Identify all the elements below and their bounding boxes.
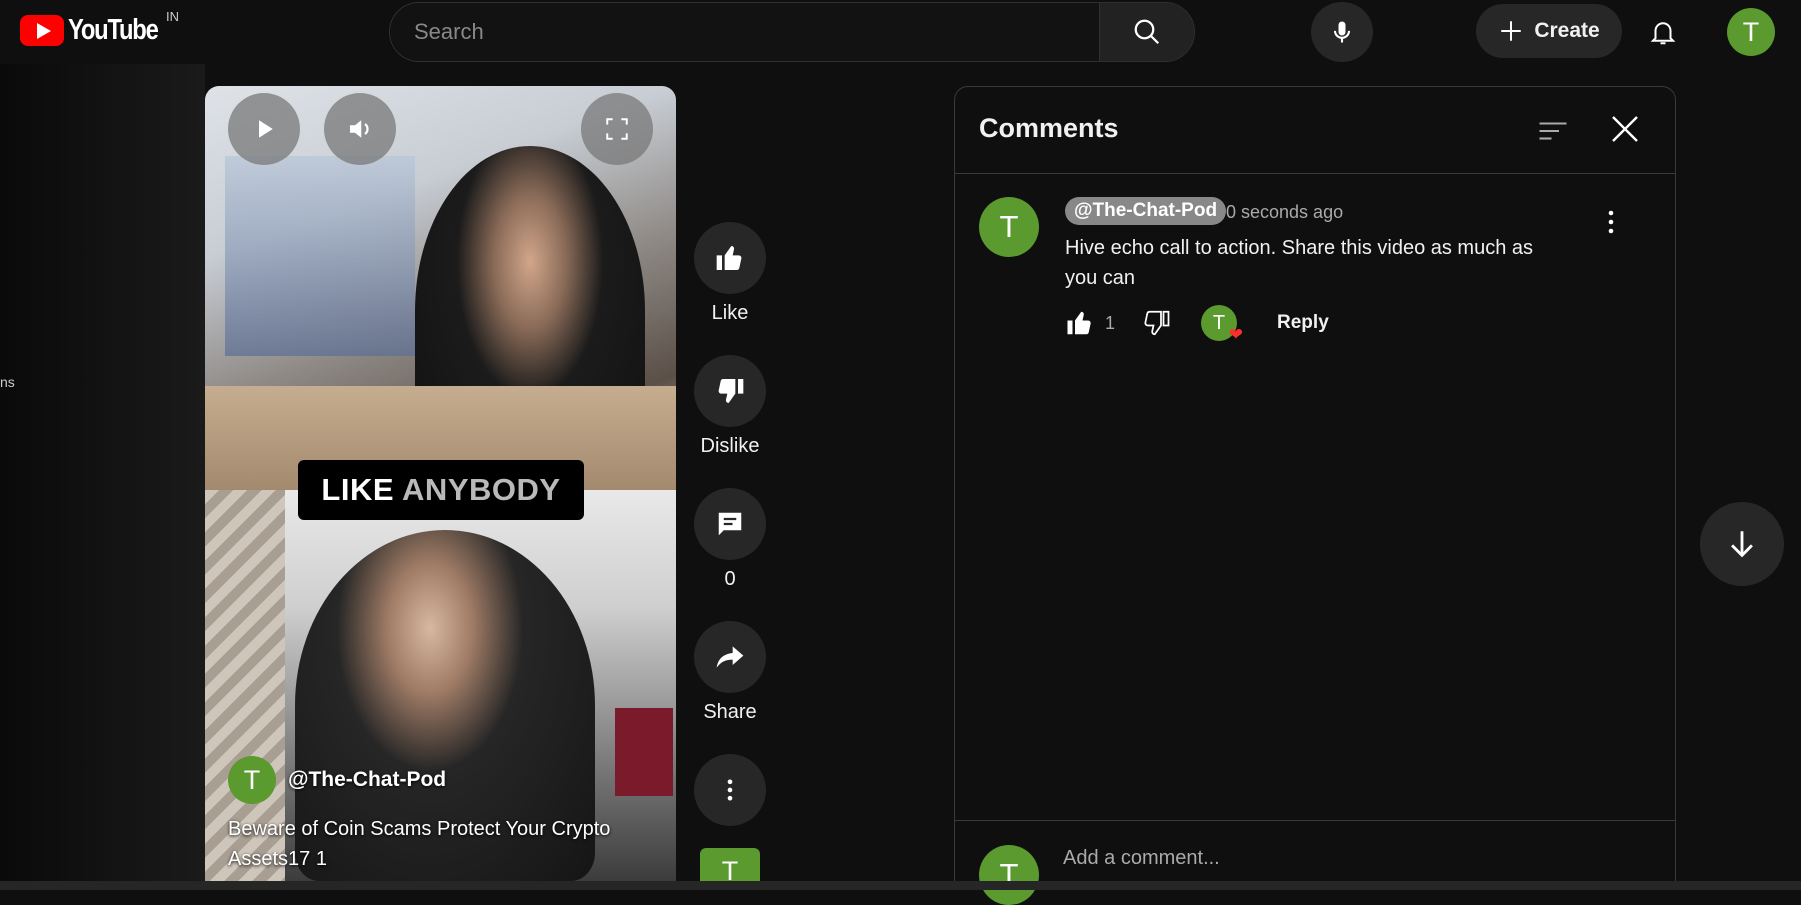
search-button[interactable] — [1099, 3, 1194, 61]
youtube-logo[interactable]: YouTube IN — [20, 9, 179, 47]
thumbs-down-icon[interactable] — [1141, 308, 1171, 338]
video-caption: LIKE ANYBODY — [298, 460, 584, 520]
sort-comments-button[interactable] — [1535, 113, 1571, 149]
fullscreen-icon — [606, 118, 628, 140]
dislike-action[interactable]: Dislike — [694, 355, 766, 458]
search-icon — [1134, 19, 1160, 45]
vertical-dots-icon — [1608, 210, 1614, 234]
notifications-button[interactable] — [1641, 10, 1685, 54]
search-input[interactable] — [390, 3, 1099, 61]
volume-icon — [350, 120, 369, 138]
channel-name[interactable]: @The-Chat-Pod — [288, 768, 446, 792]
share-action[interactable]: Share — [694, 621, 766, 724]
like-label: Like — [711, 302, 749, 324]
creator-heart-badge: T ❤ — [1201, 305, 1243, 344]
sort-icon — [1539, 122, 1567, 140]
dislike-button[interactable] — [694, 355, 766, 427]
comment-author-avatar[interactable]: T — [979, 197, 1039, 257]
comment-text: Hive echo call to action. Share this vid… — [1065, 237, 1534, 289]
more-options-button[interactable] — [694, 754, 766, 826]
share-button[interactable] — [694, 621, 766, 693]
video-poster — [615, 708, 673, 796]
comments-button[interactable] — [694, 488, 766, 560]
heart-icon: ❤ — [1228, 325, 1244, 344]
create-button[interactable]: Create — [1476, 4, 1622, 58]
reply-button[interactable]: Reply — [1277, 312, 1329, 334]
account-avatar[interactable]: T — [1727, 8, 1775, 56]
youtube-play-icon — [20, 15, 64, 46]
voice-search-button[interactable] — [1311, 2, 1373, 62]
play-icon — [259, 120, 273, 138]
logo-text: YouTube — [68, 14, 159, 46]
video-channel-row[interactable]: T @The-Chat-Pod — [228, 756, 446, 804]
video-background-window — [225, 156, 415, 356]
bottom-strip — [0, 881, 1801, 890]
arrow-down-icon — [1731, 531, 1753, 558]
left-dimmed-area — [0, 64, 205, 884]
thumbs-up-icon — [716, 245, 742, 271]
comments-panel: Comments T @The-Chat-Pod 0 seconds ago H… — [954, 86, 1676, 905]
left-text-fragment: ns — [0, 374, 15, 390]
fullscreen-button[interactable] — [581, 93, 653, 165]
like-action[interactable]: Like — [694, 222, 766, 325]
create-label: Create — [1534, 19, 1600, 42]
thumbs-down-icon — [718, 378, 744, 404]
comments-title: Comments — [979, 113, 1119, 143]
volume-button[interactable] — [324, 93, 396, 165]
vertical-dots-icon — [727, 779, 733, 801]
caption-word-2: ANYBODY — [402, 472, 561, 507]
play-button[interactable] — [228, 93, 300, 165]
comment-time[interactable]: 0 seconds ago — [1226, 202, 1343, 223]
thumbs-up-icon[interactable] — [1065, 308, 1095, 338]
dislike-label: Dislike — [700, 435, 760, 457]
more-actions[interactable] — [694, 754, 766, 826]
close-icon — [1612, 116, 1638, 142]
plus-icon — [1501, 21, 1522, 41]
comments-count: 0 — [724, 568, 736, 590]
comment-icon — [718, 512, 742, 536]
channel-avatar[interactable]: T — [228, 756, 276, 804]
like-button[interactable] — [694, 222, 766, 294]
video-title: Beware of Coin Scams Protect Your Crypto… — [228, 818, 611, 870]
share-label: Share — [703, 701, 757, 723]
comment-actions-row: 1 T ❤ Reply — [1065, 305, 1329, 344]
share-arrow-icon — [716, 646, 744, 668]
current-user-avatar: T — [979, 845, 1039, 905]
comment-author[interactable]: @The-Chat-Pod — [1065, 197, 1227, 225]
comment-like-count: 1 — [1105, 312, 1116, 333]
country-code: IN — [166, 9, 179, 24]
short-video-player[interactable]: LIKE ANYBODY T @The-Chat-Pod Beware of C… — [205, 86, 676, 881]
comment-more-button[interactable] — [1599, 207, 1623, 237]
creator-heart-avatar-letter: T — [1212, 311, 1226, 334]
bell-icon — [1650, 22, 1676, 45]
comments-header: Comments — [955, 87, 1675, 174]
top-bar: YouTube IN Create T — [0, 0, 1801, 64]
comments-action[interactable]: 0 — [694, 488, 766, 591]
caption-word-1: LIKE — [321, 472, 395, 507]
microphone-icon — [1333, 21, 1351, 43]
next-video-button[interactable] — [1700, 502, 1784, 586]
close-comments-button[interactable] — [1607, 111, 1643, 147]
search-box — [389, 2, 1195, 62]
add-comment-input[interactable]: Add a comment... — [1063, 847, 1220, 870]
